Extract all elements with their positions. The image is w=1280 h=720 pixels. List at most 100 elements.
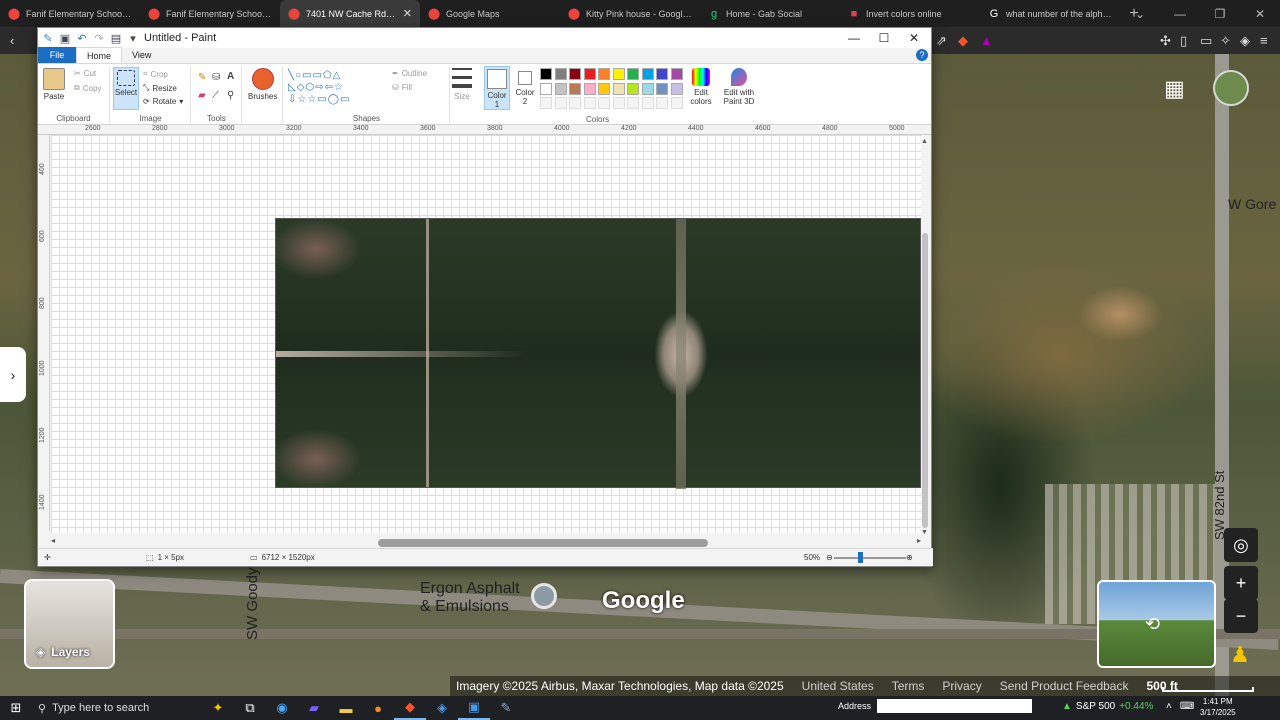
back-icon[interactable]: ‹ — [10, 33, 14, 48]
app-icon[interactable]: ✎ — [490, 696, 522, 720]
close-button[interactable]: ✕ — [899, 28, 929, 48]
taskbar-search[interactable]: ⚲ Type here to search — [32, 696, 202, 720]
color-swatch[interactable] — [656, 68, 668, 80]
eraser-icon[interactable]: ▰ — [198, 90, 206, 101]
wallet-icon[interactable]: ▭ — [1200, 33, 1212, 49]
brave-shield-icon[interactable]: ◆ — [958, 33, 968, 49]
expand-side-panel-button[interactable]: › — [0, 347, 26, 402]
clock[interactable]: 1:41 PM 3/17/2025 — [1200, 696, 1236, 718]
empty-color-swatch[interactable] — [583, 97, 596, 109]
resize-button[interactable]: ⤡ Resize — [143, 83, 177, 93]
my-location-button[interactable]: ◎ — [1224, 528, 1258, 562]
keyboard-icon[interactable]: ⌨ — [1180, 701, 1194, 712]
task-view-icon[interactable]: ⧉ — [234, 696, 266, 720]
file-menu[interactable]: File — [38, 47, 76, 63]
privacy-link[interactable]: Privacy — [942, 679, 981, 693]
empty-color-swatch[interactable] — [569, 97, 581, 109]
color-swatch[interactable] — [656, 82, 668, 95]
browser-tab[interactable]: ⬤Fanif Elementary School - Goo — [0, 0, 140, 27]
empty-color-swatch[interactable] — [627, 97, 639, 109]
empty-color-swatch[interactable] — [598, 97, 610, 109]
scroll-down-icon[interactable]: ▼ — [921, 529, 928, 536]
color-swatch[interactable] — [583, 82, 596, 95]
layers-button[interactable]: ◈ Layers — [24, 579, 115, 669]
minimize-icon[interactable]: — — [1160, 7, 1200, 21]
edit-paint3d-button[interactable]: Edit with Paint 3D — [722, 68, 756, 106]
browser-tab[interactable]: g Home - Gab Social — [700, 0, 840, 27]
close-tab-icon[interactable]: ✕ — [403, 7, 412, 20]
zoom-out-button[interactable]: − — [1224, 599, 1258, 633]
paint-doc-icon[interactable]: ▤ — [110, 32, 122, 45]
fill-bucket-icon[interactable]: ⛁ — [212, 72, 220, 83]
browser-tab-active[interactable]: ⬤7401 NW Cache Rd, Lawto✕ — [280, 0, 420, 27]
magnifier-icon[interactable]: ⚲ — [227, 90, 234, 101]
fill-button[interactable]: ⛁ Fill — [392, 83, 412, 92]
browser-tab[interactable]: ⬤Kitty Pink house - Google Maps — [560, 0, 700, 27]
color-swatch[interactable] — [670, 82, 683, 95]
app-icon[interactable]: ◈ — [426, 696, 458, 720]
maximize-button[interactable]: ☐ — [869, 28, 899, 48]
empty-color-swatch[interactable] — [554, 97, 567, 109]
copilot-sparkle-icon[interactable]: ✦ — [202, 696, 234, 720]
color-swatch[interactable] — [641, 82, 654, 95]
cut-button[interactable]: ✂ Cut — [74, 69, 96, 78]
color-swatch[interactable] — [598, 82, 610, 95]
vertical-scrollbar[interactable]: ▲ ▼ — [921, 138, 929, 536]
app-icon[interactable]: ▰ — [298, 696, 330, 720]
copy-button[interactable]: ⧉ Copy — [74, 83, 101, 93]
color-swatch[interactable] — [627, 82, 639, 95]
pencil-icon[interactable]: ✎ — [198, 72, 206, 83]
color-picker-icon[interactable]: ⟋ — [212, 90, 219, 101]
text-tool-icon[interactable]: A — [227, 71, 234, 82]
windows-start-icon[interactable]: ⊞ — [0, 700, 32, 716]
address-input[interactable] — [877, 699, 1033, 713]
scroll-thumb[interactable] — [378, 539, 708, 547]
zoom-slider-thumb[interactable] — [858, 552, 863, 563]
color-swatch[interactable] — [598, 68, 610, 80]
color-swatch[interactable] — [569, 68, 581, 80]
tab-search-icon[interactable]: ⌄ — [1120, 7, 1160, 21]
close-icon[interactable]: ✕ — [1240, 7, 1280, 21]
browser-tab[interactable]: ⬤ Google Maps — [420, 0, 560, 27]
outline-button[interactable]: ✒ Outline — [392, 69, 427, 78]
scroll-right-icon[interactable]: ▸ — [917, 536, 921, 545]
horizontal-scrollbar[interactable]: ◂ ▸ — [51, 536, 921, 548]
brave-browser-icon[interactable]: ◆ — [394, 696, 426, 720]
feedback-link[interactable]: Send Product Feedback — [1000, 679, 1129, 693]
copilot-icon[interactable]: ◉ — [266, 696, 298, 720]
file-explorer-icon[interactable]: ▬ — [330, 696, 362, 720]
color-swatch[interactable] — [540, 82, 552, 95]
scroll-up-icon[interactable]: ▲ — [921, 138, 928, 145]
restore-icon[interactable]: ❐ — [1200, 7, 1240, 21]
country-link[interactable]: United States — [802, 679, 874, 693]
color2-button[interactable]: Color 2 — [514, 66, 536, 106]
paint-canvas-area[interactable] — [51, 135, 921, 533]
color-swatch[interactable] — [627, 68, 639, 80]
tab-view[interactable]: View — [122, 47, 161, 63]
color-swatch[interactable] — [670, 68, 683, 80]
apps-grid-icon[interactable]: ▦ — [1164, 78, 1188, 100]
redo-icon[interactable]: ↷ — [93, 32, 105, 45]
chevron-up-icon[interactable]: ˄ — [1166, 701, 1172, 712]
tab-home[interactable]: Home — [76, 47, 123, 63]
scroll-left-icon[interactable]: ◂ — [51, 536, 55, 545]
shapes-gallery[interactable]: ╲○▭▭⬠△ ◺◇⬡⇨⇦☆ ⇩☆☆▭◯▭ — [288, 70, 384, 105]
share-icon[interactable]: ⇗ — [936, 33, 947, 49]
scroll-thumb[interactable] — [922, 233, 928, 528]
zoom-in-button[interactable]: + — [1224, 566, 1258, 600]
zoom-slider[interactable] — [834, 552, 906, 563]
customize-toolbar-icon[interactable]: ▾ — [127, 32, 139, 45]
place-pin-icon[interactable] — [531, 583, 557, 609]
empty-color-swatch[interactable] — [641, 97, 654, 109]
edit-colors-button[interactable]: Edit colors — [686, 68, 716, 106]
color-swatch[interactable] — [569, 82, 581, 95]
extensions-icon[interactable]: ✣ — [1160, 33, 1171, 49]
terms-link[interactable]: Terms — [892, 679, 925, 693]
leo-icon[interactable]: ✧ — [1220, 33, 1231, 49]
size-button[interactable]: Size — [450, 68, 474, 101]
stock-ticker[interactable]: ▲ S&P 500 +0.44% — [1062, 701, 1153, 712]
paint-taskbar-icon[interactable]: ▣ — [458, 696, 490, 720]
color1-button[interactable]: Color 1 — [484, 66, 510, 110]
color-swatch[interactable] — [554, 82, 567, 95]
sidebar-icon[interactable]: ▯ — [1180, 33, 1187, 49]
